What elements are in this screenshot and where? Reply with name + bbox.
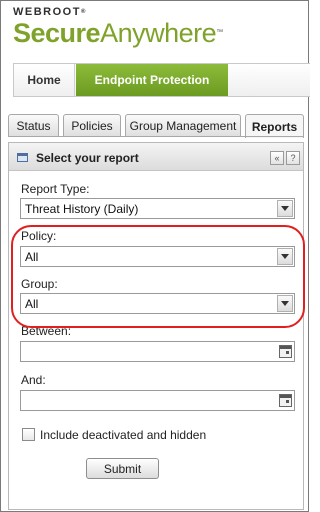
home-button[interactable]: Home — [14, 64, 75, 96]
annotation-highlight-ring — [11, 225, 305, 328]
between-date-input[interactable] — [20, 341, 295, 362]
logo-trademark: ™ — [216, 29, 223, 36]
logo-brand: WEBROOT® — [13, 6, 223, 18]
help-icon[interactable]: ? — [286, 151, 300, 165]
report-panel-icon — [17, 153, 28, 162]
tab-divider — [8, 136, 304, 137]
logo-product-bold: Secure — [13, 18, 101, 48]
report-type-select[interactable]: Threat History (Daily) — [20, 198, 295, 219]
and-date-input[interactable] — [20, 390, 295, 411]
tab-reports[interactable]: Reports — [245, 114, 304, 138]
include-deactivated-checkbox[interactable] — [22, 428, 35, 441]
and-label: And: — [21, 373, 46, 387]
submit-button[interactable]: Submit — [86, 458, 159, 479]
app-window: WEBROOT® SecureAnywhere™ Home Endpoint P… — [0, 0, 310, 512]
report-type-value: Threat History (Daily) — [25, 202, 139, 216]
endpoint-protection-button[interactable]: Endpoint Protection — [76, 64, 228, 96]
include-deactivated-label[interactable]: Include deactivated and hidden — [40, 428, 206, 442]
logo-registered-mark: ® — [80, 9, 87, 15]
logo-product: SecureAnywhere™ — [13, 18, 223, 48]
collapse-icon[interactable]: « — [270, 151, 284, 165]
panel-title: Select your report — [36, 151, 139, 165]
tab-group-management[interactable]: Group Management — [125, 114, 241, 137]
webroot-logo: WEBROOT® SecureAnywhere™ — [13, 6, 223, 48]
report-type-label: Report Type: — [21, 182, 90, 196]
calendar-icon[interactable] — [279, 394, 292, 407]
logo-product-light: Anywhere — [100, 18, 217, 48]
top-navigation: Home Endpoint Protection — [13, 63, 310, 97]
chevron-down-icon[interactable] — [277, 200, 293, 217]
tab-bar: Status Policies Group Management Reports — [1, 109, 310, 138]
tab-status[interactable]: Status — [8, 114, 59, 137]
tab-policies[interactable]: Policies — [63, 114, 121, 137]
panel-header: Select your report « ? — [9, 143, 303, 171]
logo-brand-text: WEBROOT — [13, 6, 81, 18]
calendar-icon[interactable] — [279, 345, 292, 358]
